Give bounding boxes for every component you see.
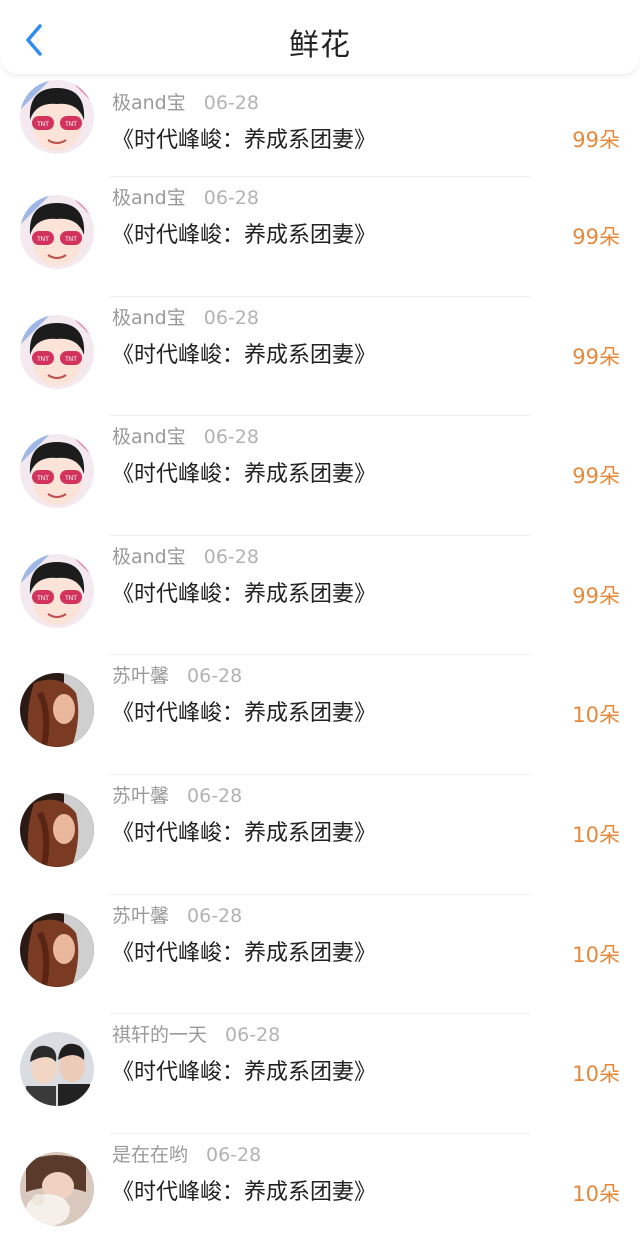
avatar[interactable]: TNT TNT (20, 434, 94, 509)
svg-text:TNT: TNT (64, 121, 77, 128)
book-title[interactable]: 《时代峰峻：养成系团妻》 (112, 217, 376, 249)
username[interactable]: 祺轩的一天 (112, 1024, 207, 1046)
username[interactable]: 是在在哟 (112, 1144, 188, 1166)
list-item[interactable]: TNT TNT 极and宝 06-28 《时代峰峻：养成系团妻》 99朵 (0, 80, 640, 177)
svg-text:TNT: TNT (64, 356, 77, 363)
flower-count: 99朵 (572, 128, 620, 152)
flower-count: 99朵 (572, 464, 620, 489)
avatar[interactable]: TNT TNT (20, 80, 94, 154)
book-title[interactable]: 《时代峰峻：养成系团妻》 (112, 122, 376, 154)
book-title[interactable]: 《时代峰峻：养成系团妻》 (112, 456, 376, 488)
item-meta: 苏叶馨 06-28 (112, 901, 242, 928)
list-item[interactable]: TNT TNT 极and宝 06-28 《时代峰峻：养成系团妻》 99朵 (0, 177, 640, 297)
book-title[interactable]: 《时代峰峻：养成系团妻》 (112, 337, 376, 369)
flower-list: TNT TNT 极and宝 06-28 《时代峰峻：养成系团妻》 99朵 TNT TN… (0, 80, 640, 1253)
item-meta: 祺轩的一天 06-28 (112, 1020, 280, 1047)
svg-text:TNT: TNT (36, 595, 49, 602)
username[interactable]: 极and宝 (112, 187, 186, 209)
item-meta: 苏叶馨 06-28 (112, 781, 242, 808)
book-title[interactable]: 《时代峰峻：养成系团妻》 (112, 815, 376, 847)
flower-count: 99朵 (572, 344, 620, 369)
item-meta: 极and宝 06-28 (112, 303, 259, 330)
item-meta: 极and宝 06-28 (112, 422, 259, 449)
date: 06-28 (203, 426, 259, 449)
avatar[interactable] (20, 673, 94, 748)
svg-text:TNT: TNT (36, 236, 49, 243)
date: 06-28 (203, 92, 259, 114)
svg-text:TNT: TNT (36, 121, 49, 128)
top-bar: 鲜花 (0, 0, 640, 74)
avatar[interactable] (20, 1151, 94, 1226)
date: 06-28 (203, 545, 259, 568)
avatar[interactable] (20, 1032, 94, 1107)
avatar[interactable] (20, 792, 94, 867)
list-item[interactable]: TNT TNT 极and宝 06-28 《时代峰峻：养成系团妻》 99朵 (0, 536, 640, 656)
date: 06-28 (187, 665, 243, 688)
flower-count: 99朵 (572, 225, 620, 249)
flower-count: 10朵 (572, 942, 620, 967)
svg-text:TNT: TNT (36, 475, 49, 482)
book-title[interactable]: 《时代峰峻：养成系团妻》 (112, 935, 376, 967)
svg-text:TNT: TNT (64, 475, 77, 482)
list-item[interactable]: 是在在哟 06-28 《时代峰峻：养成系团妻》 10朵 (0, 1134, 640, 1253)
date: 06-28 (206, 1143, 262, 1166)
item-meta: 极and宝 06-28 (112, 183, 259, 210)
flower-count: 99朵 (572, 583, 620, 608)
date: 06-28 (187, 784, 243, 807)
username[interactable]: 苏叶馨 (112, 665, 169, 687)
flower-count: 10朵 (572, 1181, 620, 1206)
item-meta: 极and宝 06-28 (112, 88, 259, 115)
list-item[interactable]: 苏叶馨 06-28 《时代峰峻：养成系团妻》 10朵 (0, 775, 640, 895)
flower-count: 10朵 (572, 703, 620, 728)
item-meta: 是在在哟 06-28 (112, 1140, 261, 1167)
list-item[interactable]: 苏叶馨 06-28 《时代峰峻：养成系团妻》 10朵 (0, 895, 640, 1015)
svg-text:TNT: TNT (64, 236, 77, 243)
username[interactable]: 极and宝 (112, 307, 186, 329)
avatar[interactable] (20, 912, 94, 987)
svg-text:TNT: TNT (64, 595, 77, 602)
item-meta: 极and宝 06-28 (112, 542, 259, 569)
list-item[interactable]: TNT TNT 极and宝 06-28 《时代峰峻：养成系团妻》 99朵 (0, 416, 640, 536)
book-title[interactable]: 《时代峰峻：养成系团妻》 (112, 1174, 376, 1206)
username[interactable]: 苏叶馨 (112, 785, 169, 807)
date: 06-28 (187, 904, 243, 927)
item-meta: 苏叶馨 06-28 (112, 661, 242, 688)
page-title: 鲜花 (289, 28, 351, 63)
avatar[interactable]: TNT TNT (20, 314, 94, 389)
avatar[interactable]: TNT TNT (20, 195, 94, 269)
list-item[interactable]: 祺轩的一天 06-28 《时代峰峻：养成系团妻》 10朵 (0, 1014, 640, 1134)
list-item[interactable]: TNT TNT 极and宝 06-28 《时代峰峻：养成系团妻》 99朵 (0, 297, 640, 417)
date: 06-28 (225, 1024, 281, 1047)
username[interactable]: 极and宝 (112, 546, 186, 568)
username[interactable]: 极and宝 (112, 426, 186, 448)
username[interactable]: 极and宝 (112, 92, 186, 114)
svg-text:TNT: TNT (36, 356, 49, 363)
date: 06-28 (203, 306, 259, 329)
avatar[interactable]: TNT TNT (20, 553, 94, 628)
flower-count: 10朵 (572, 1062, 620, 1087)
date: 06-28 (203, 187, 259, 209)
book-title[interactable]: 《时代峰峻：养成系团妻》 (112, 1054, 376, 1086)
list-item[interactable]: 苏叶馨 06-28 《时代峰峻：养成系团妻》 10朵 (0, 655, 640, 775)
username[interactable]: 苏叶馨 (112, 905, 169, 927)
book-title[interactable]: 《时代峰峻：养成系团妻》 (112, 576, 376, 608)
flower-count: 10朵 (572, 822, 620, 847)
book-title[interactable]: 《时代峰峻：养成系团妻》 (112, 695, 376, 727)
